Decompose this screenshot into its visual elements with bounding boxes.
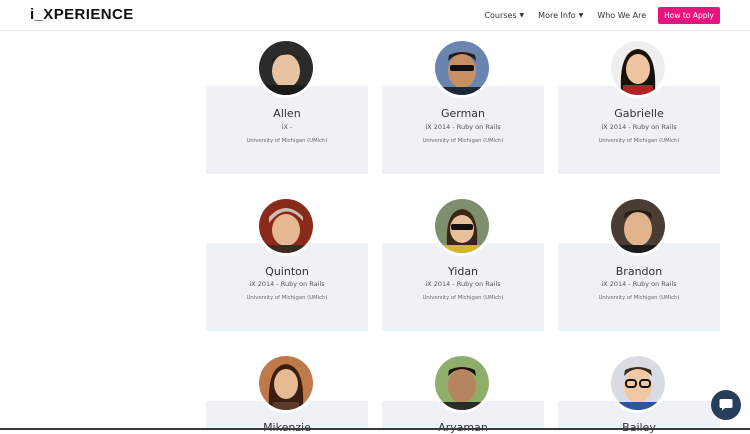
avatar	[256, 38, 316, 98]
site-header: i_XPERIENCE Courses ▼ More Info ▼ Who We…	[0, 0, 750, 31]
nav-more-info-label: More Info	[538, 10, 576, 20]
chat-bubble-icon	[719, 396, 733, 415]
student-school: University of Michigan (UMich)	[598, 295, 680, 301]
nav-more-info[interactable]: More Info ▼	[538, 11, 583, 20]
nav-courses-label: Courses	[484, 10, 517, 20]
student-school: University of Michigan (UMich)	[598, 138, 680, 144]
student-program: iX 2014 - Ruby on Rails	[601, 280, 677, 288]
nav-who-we-are[interactable]: Who We Are	[597, 11, 646, 20]
logo[interactable]: i_XPERIENCE	[30, 6, 134, 23]
avatar	[608, 38, 668, 98]
avatar	[256, 353, 316, 413]
student-name: Quinton	[265, 265, 309, 278]
student-school: University of Michigan (UMich)	[246, 138, 328, 144]
student-name: German	[440, 107, 486, 120]
student-program: iX 2014 - Ruby on Rails	[425, 123, 501, 131]
chat-button[interactable]	[711, 390, 741, 420]
main-nav: Courses ▼ More Info ▼ Who We Are How to …	[470, 6, 720, 24]
student-name: Brandon	[615, 265, 663, 278]
nav-who-we-are-label: Who We Are	[597, 10, 647, 20]
student-school: University of Michigan (UMich)	[422, 138, 504, 144]
student-school: University of Michigan (UMich)	[246, 295, 328, 301]
student-program: iX -	[281, 123, 293, 131]
student-name: Gabrielle	[614, 107, 664, 120]
avatar	[608, 196, 668, 256]
student-program: iX 2014 - Ruby on Rails	[249, 280, 325, 288]
student-name: Allen	[273, 107, 301, 120]
avatar	[432, 353, 492, 413]
how-to-apply-button[interactable]: How to Apply	[658, 6, 720, 24]
chevron-down-icon: ▼	[578, 11, 584, 19]
nav-courses[interactable]: Courses ▼	[484, 11, 524, 20]
avatar	[256, 196, 316, 256]
student-name: Yidan	[447, 265, 479, 278]
student-program: iX 2014 - Ruby on Rails	[425, 280, 501, 288]
avatar	[432, 196, 492, 256]
student-school: University of Michigan (UMich)	[422, 295, 504, 301]
avatar	[608, 353, 668, 413]
avatar	[432, 38, 492, 98]
chevron-down-icon: ▼	[519, 11, 525, 19]
student-program: iX 2014 - Ruby on Rails	[601, 123, 677, 131]
